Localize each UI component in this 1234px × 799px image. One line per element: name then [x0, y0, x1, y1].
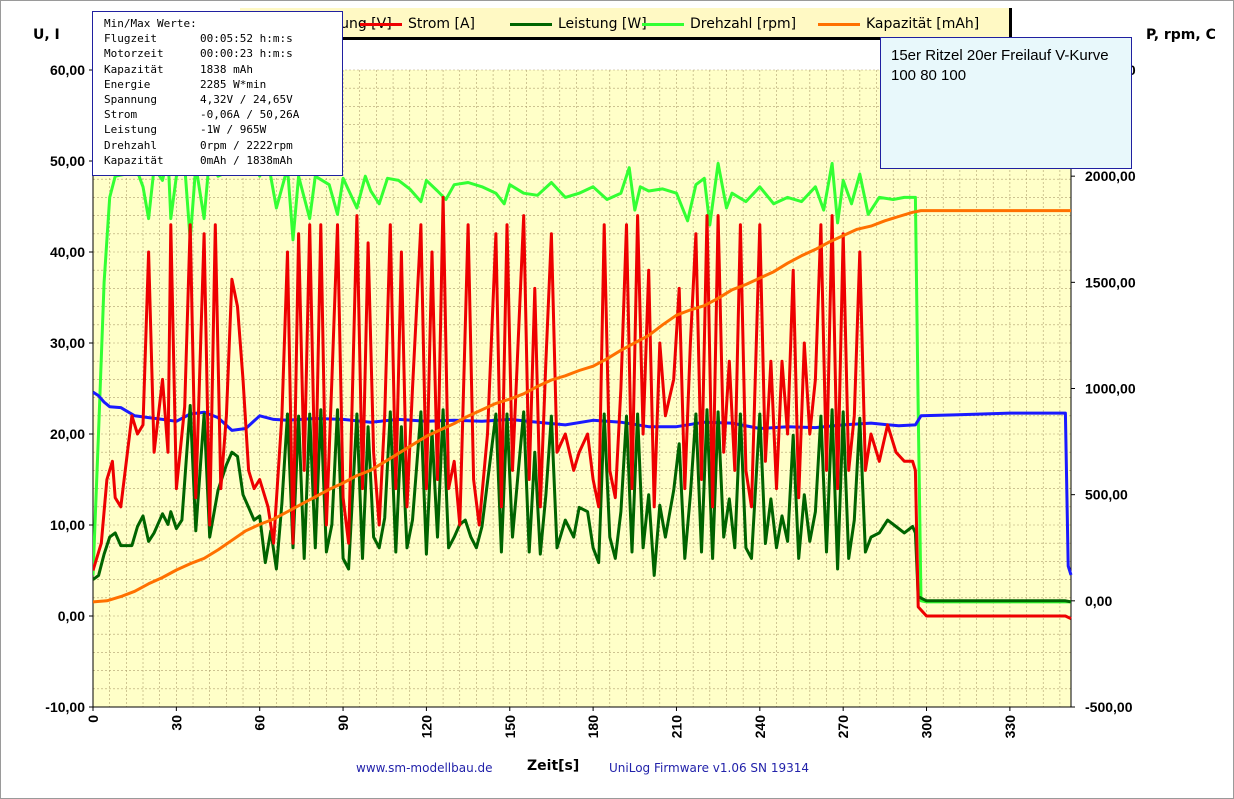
y-tick-label: 50,00	[50, 153, 85, 169]
legend-swatch	[510, 22, 552, 26]
y-right-tick-label: 0,00	[1085, 593, 1112, 609]
minmax-value: 1838 mAh	[200, 62, 253, 76]
minmax-row: Strom -0,06A / 50,26A	[104, 107, 342, 122]
y-right-tick-label: 1000,00	[1085, 381, 1136, 397]
minmax-label: Drehzahl	[104, 138, 157, 152]
legend-item: Drehzahl [rpm]	[642, 16, 796, 32]
y-tick-label: 20,00	[50, 426, 85, 442]
minmax-row: Motorzeit 00:00:23 h:m:s	[104, 46, 342, 61]
minmax-value: 4,32V / 24,65V	[200, 93, 293, 107]
minmax-title: Min/Max Werte:	[104, 17, 197, 30]
minmax-value: 0rpm / 2222rpm	[200, 138, 293, 152]
minmax-value: -0,06A / 50,26A	[200, 108, 300, 122]
minmax-value: -1W / 965W	[200, 123, 267, 137]
legend-label: Drehzahl [rpm]	[690, 16, 797, 32]
minmax-row: Energie 2285 W*min	[104, 77, 342, 92]
x-tick-label: 180	[585, 715, 601, 739]
legend-label: Kapazität [mAh]	[866, 16, 980, 32]
legend-label: Leistung [W]	[558, 16, 647, 32]
y-tick-label: 60,00	[50, 62, 85, 78]
minmax-value: 0mAh / 1838mAh	[200, 153, 293, 167]
legend-item: Strom [A]	[360, 16, 475, 32]
right-axis-title: P, rpm, C	[1146, 27, 1216, 43]
minmax-row: Flugzeit 00:05:52 h:m:s	[104, 31, 342, 46]
minmax-label: Energie	[104, 77, 151, 91]
legend-swatch	[642, 22, 684, 26]
x-axis-title: Zeit[s]	[527, 758, 580, 774]
y-tick-label: 30,00	[50, 335, 85, 351]
footer-site: www.sm-modellbau.de	[356, 761, 493, 775]
legend-label: Strom [A]	[408, 16, 475, 32]
y-tick-label: 10,00	[50, 517, 85, 533]
minmax-label: Spannung	[104, 93, 157, 107]
legend: Spannung [V] Strom [A] Leistung [W] Drehzah…	[240, 8, 1012, 40]
footer-firmware: UniLog Firmware v1.06 SN 19314	[609, 761, 809, 775]
x-tick-label: 30	[168, 715, 184, 731]
minmax-row: Kapazität 1838 mAh	[104, 62, 342, 77]
minmax-value: 2285 W*min	[200, 77, 267, 91]
x-tick-label: 0	[85, 715, 101, 723]
x-tick-label: 210	[668, 715, 684, 739]
minmax-row: Leistung -1W / 965W	[104, 122, 342, 137]
minmax-value: 00:00:23 h:m:s	[200, 47, 293, 61]
minmax-label: Flugzeit	[104, 32, 157, 46]
legend-swatch	[360, 22, 402, 26]
x-tick-label: 240	[752, 715, 768, 739]
minmax-row: Spannung 4,32V / 24,65V	[104, 92, 342, 107]
y-right-tick-label: 2000,00	[1085, 168, 1136, 184]
left-axis-title: U, I	[33, 27, 60, 43]
minmax-label: Strom	[104, 108, 138, 122]
minmax-label: Leistung	[104, 123, 157, 137]
y-tick-label: 0,00	[58, 608, 85, 624]
legend-item: Leistung [W]	[510, 16, 647, 32]
note-box: 15er Ritzel 20er Freilauf V-Kurve 100 80…	[880, 37, 1132, 169]
x-tick-label: 330	[1002, 715, 1018, 739]
minmax-label: Kapazität	[104, 153, 164, 167]
y-right-tick-label: 1500,00	[1085, 274, 1136, 290]
minmax-value: 00:05:52 h:m:s	[200, 32, 293, 46]
y-right-tick-label: 500,00	[1085, 487, 1128, 503]
x-tick-label: 150	[502, 715, 518, 739]
minmax-label: Kapazität	[104, 62, 164, 76]
legend-item: Kapazität [mAh]	[818, 16, 979, 32]
minmax-label: Motorzeit	[104, 47, 164, 61]
y-right-tick-label: -500,00	[1085, 699, 1133, 715]
legend-swatch	[818, 22, 860, 26]
minmax-row: Kapazität 0mAh / 1838mAh	[104, 153, 342, 168]
minmax-box: Min/Max Werte: Flugzeit 00:05:52 h:m:s Mot…	[92, 11, 343, 176]
x-tick-label: 270	[835, 715, 851, 739]
x-tick-label: 90	[335, 715, 351, 731]
x-tick-label: 120	[418, 715, 434, 739]
y-tick-label: -10,00	[45, 699, 85, 715]
y-tick-label: 40,00	[50, 244, 85, 260]
minmax-row: Drehzahl 0rpm / 2222rpm	[104, 138, 342, 153]
x-tick-label: 60	[252, 715, 268, 731]
x-tick-label: 300	[919, 715, 935, 739]
